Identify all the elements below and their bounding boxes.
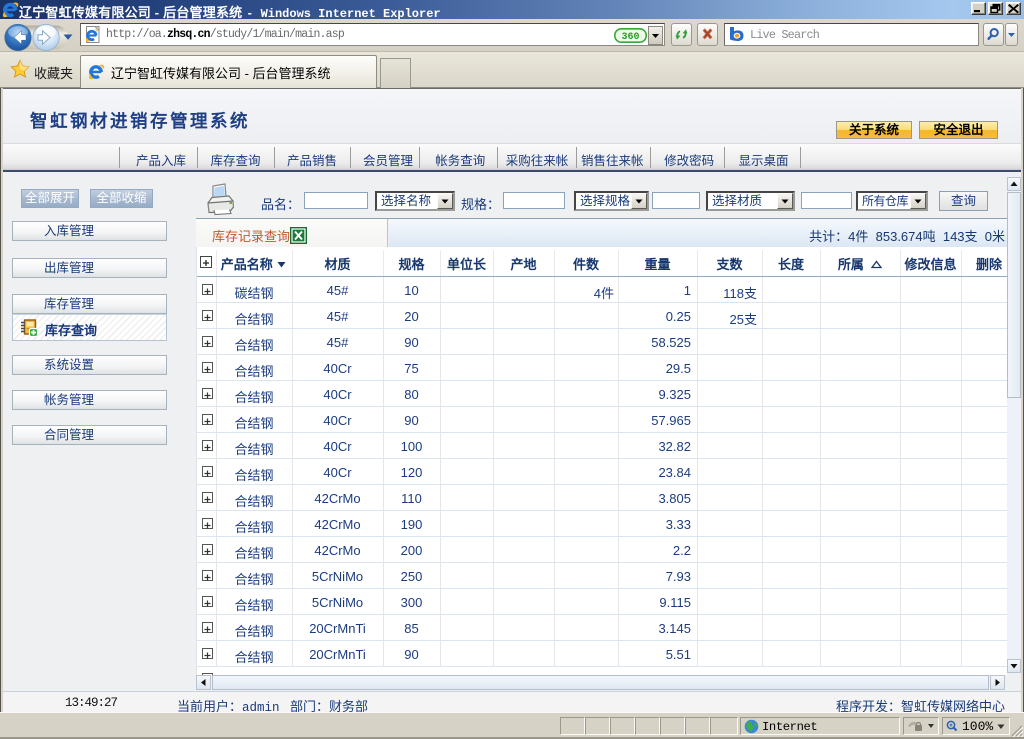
svg-text:360: 360 <box>621 32 639 43</box>
